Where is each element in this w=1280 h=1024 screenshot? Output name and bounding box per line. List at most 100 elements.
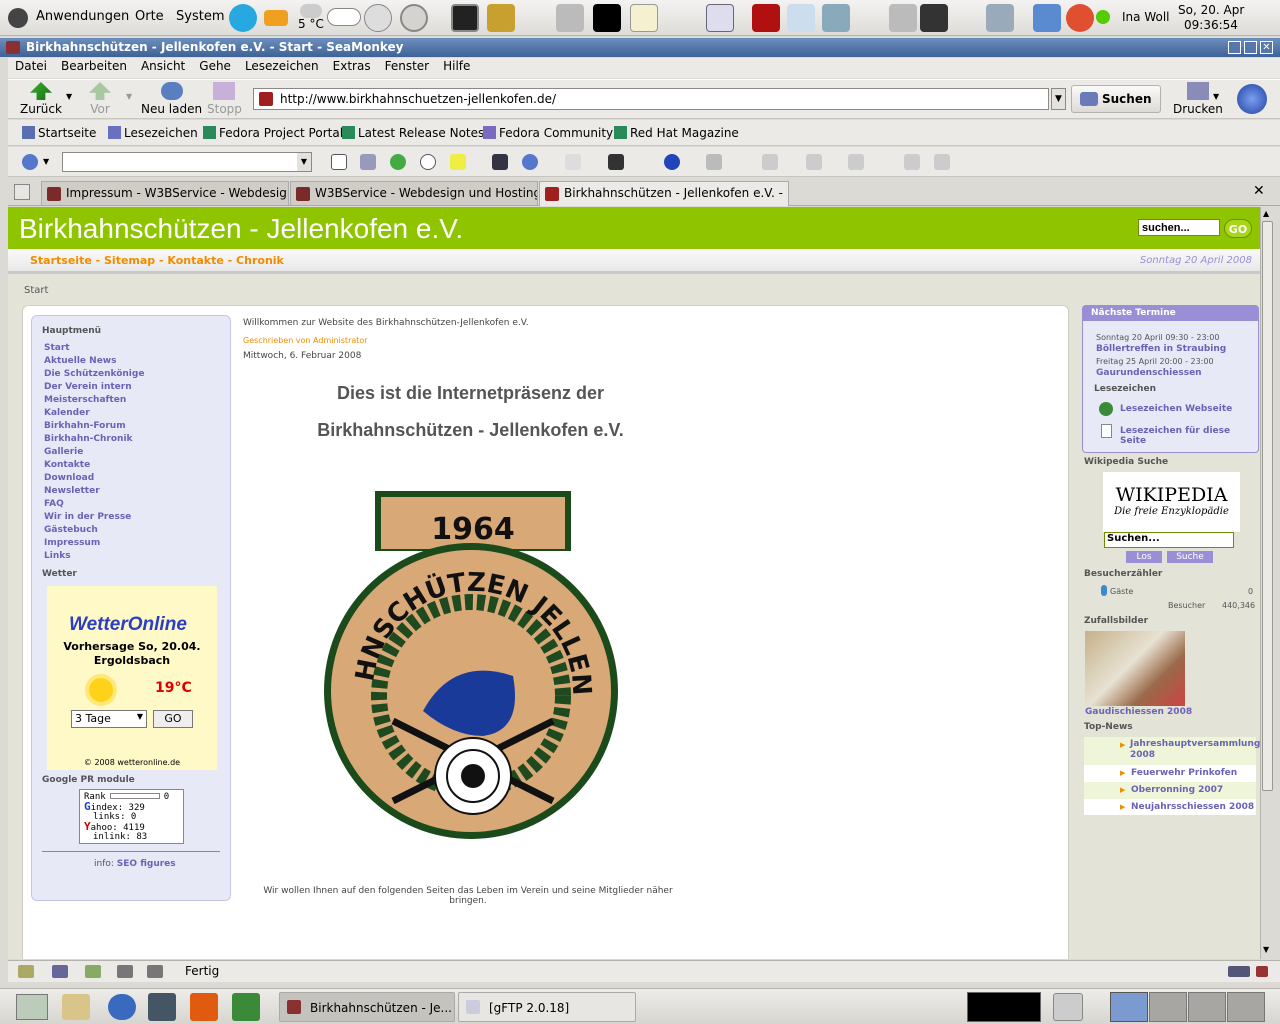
site-go-button[interactable]: GO <box>1224 219 1252 238</box>
panel-time[interactable]: 09:36:54 <box>1184 18 1238 32</box>
tab-impressum[interactable]: Impressum - W3BService - Webdesign ... <box>41 181 289 205</box>
impress-launcher-icon[interactable] <box>190 993 218 1021</box>
seo-link[interactable]: SEO figures <box>117 859 176 869</box>
notes-icon[interactable] <box>630 4 658 32</box>
pdf-icon[interactable] <box>752 4 780 32</box>
show-desktop-icon[interactable] <box>16 994 48 1020</box>
site-search-input[interactable] <box>1138 219 1220 236</box>
reload-button[interactable]: Neu laden <box>141 82 202 116</box>
menu-item-forum[interactable]: Birkhahn-Forum <box>44 421 126 431</box>
workspace-2[interactable] <box>1149 992 1187 1022</box>
menu-item-gaestebuch[interactable]: Gästebuch <box>44 525 98 535</box>
writer-launcher-icon[interactable] <box>148 993 176 1021</box>
topnews-item-3[interactable]: Oberronning 2007 <box>1131 785 1223 795</box>
menu-item-news[interactable]: Aktuelle News <box>44 356 116 366</box>
info-icon[interactable] <box>664 154 680 170</box>
lesezeichen-seite-link[interactable]: Lesezeichen für diese Seite <box>1120 426 1258 446</box>
google-search-icon[interactable] <box>331 154 347 170</box>
menu-lesezeichen[interactable]: Lesezeichen <box>238 58 326 73</box>
o3-icon[interactable] <box>1033 4 1061 32</box>
print-dropdown-icon[interactable]: ▼ <box>1213 92 1219 101</box>
network-icon[interactable] <box>986 4 1014 32</box>
google-search-dropdown-icon[interactable]: ▼ <box>297 153 311 171</box>
menu-item-faq[interactable]: FAQ <box>44 499 64 509</box>
menu-item-newsletter[interactable]: Newsletter <box>44 486 100 496</box>
weather-days-select[interactable]: 3 Tage ▼ <box>71 710 147 728</box>
menu-item-kontakte[interactable]: Kontakte <box>44 460 90 470</box>
url-dropdown-icon[interactable]: ▼ <box>1051 88 1066 110</box>
menu-gehe[interactable]: Gehe <box>192 58 238 73</box>
popup-blocker-icon[interactable] <box>706 154 722 170</box>
irc-icon[interactable] <box>147 965 163 978</box>
menu-item-chronik[interactable]: Birkhahn-Chronik <box>44 434 133 444</box>
menu-applications[interactable]: Anwendungen <box>36 9 129 24</box>
event2-link[interactable]: Gaurundenschiessen <box>1096 368 1202 378</box>
tab-birkhahnschuetzen[interactable]: Birkhahnschützen - Jellenkofen e.V. - ..… <box>539 181 789 206</box>
menu-item-presse[interactable]: Wir in der Presse <box>44 512 131 522</box>
a-icon[interactable] <box>593 4 621 32</box>
workspace-1[interactable] <box>1110 992 1148 1022</box>
maximize-icon[interactable] <box>1244 41 1257 54</box>
addressbook-icon[interactable] <box>117 965 133 978</box>
workspace-3[interactable] <box>1188 992 1226 1022</box>
gnome-foot-icon[interactable] <box>8 8 28 28</box>
tab-w3bservice[interactable]: W3BService - Webdesign und Hosting -... <box>290 181 538 205</box>
scanner-icon[interactable] <box>889 4 917 32</box>
skype-icon[interactable] <box>229 4 257 32</box>
site-nav-links[interactable]: Startseite - Sitemap - Kontakte - Chroni… <box>30 254 284 267</box>
system-monitor-graph[interactable] <box>967 992 1041 1022</box>
menu-item-verein[interactable]: Der Verein intern <box>44 382 132 392</box>
forward-dropdown-icon[interactable]: ▼ <box>126 92 132 101</box>
site-search-icon[interactable] <box>360 154 376 170</box>
bookmark-lesezeichen[interactable]: Lesezeichen <box>108 126 198 140</box>
diagram-icon[interactable] <box>787 4 815 32</box>
bookmark-fedora-community[interactable]: Fedora Community <box>483 126 613 140</box>
component-bar-icon[interactable] <box>18 965 34 978</box>
menu-places[interactable]: Orte <box>135 9 164 24</box>
wetteronline-logo[interactable]: WetterOnline <box>69 614 187 636</box>
spiral-icon[interactable] <box>364 4 392 32</box>
menu-datei[interactable]: Datei <box>8 58 54 73</box>
topnews-item-4[interactable]: Neujahrsschiessen 2008 <box>1131 802 1254 812</box>
speech-icon[interactable] <box>420 154 436 170</box>
forward-button[interactable]: Vor <box>89 82 111 116</box>
document-icon[interactable] <box>706 4 734 32</box>
previous-icon[interactable] <box>806 154 822 170</box>
taskbar-item-seamonkey[interactable]: Birkhahnschützen - Je... <box>279 992 455 1022</box>
user-name[interactable]: Ina Woll <box>1122 10 1169 24</box>
close-window-icon[interactable]: ✕ <box>1260 41 1273 54</box>
weather-icon[interactable] <box>300 4 322 18</box>
browser-launcher-icon[interactable] <box>108 994 136 1020</box>
menu-bearbeiten[interactable]: Bearbeiten <box>54 58 134 73</box>
back-button[interactable]: Zurück <box>20 82 62 116</box>
app-icon[interactable] <box>6 41 20 54</box>
eraser-icon[interactable] <box>934 154 950 170</box>
calc-launcher-icon[interactable] <box>232 993 260 1021</box>
bookmark-fedora-portal[interactable]: Fedora Project Portal <box>203 126 343 140</box>
menu-item-impressum[interactable]: Impressum <box>44 538 100 548</box>
menu-item-download[interactable]: Download <box>44 473 94 483</box>
close-tab-icon[interactable]: ✕ <box>1253 183 1265 199</box>
random-photo-caption[interactable]: Gaudischiessen 2008 <box>1085 707 1192 717</box>
search-button[interactable]: Suchen <box>1071 85 1161 113</box>
stop-button[interactable]: Stopp <box>207 82 242 116</box>
file-manager-icon[interactable] <box>62 994 90 1020</box>
vertical-scrollbar[interactable]: ▲ ▼ <box>1260 207 1274 959</box>
menu-item-koenige[interactable]: Die Schützenkönige <box>44 369 144 379</box>
book-icon[interactable] <box>450 154 466 170</box>
mail-icon[interactable] <box>52 965 68 978</box>
back-dropdown-icon[interactable]: ▼ <box>66 92 72 101</box>
clover-icon[interactable] <box>390 154 406 170</box>
event1-link[interactable]: Böllertreffen in Straubing <box>1096 344 1226 354</box>
trash-icon[interactable] <box>1053 993 1083 1021</box>
users-icon[interactable] <box>822 4 850 32</box>
wikipedia-logo[interactable]: WIKIPEDIA Die freie Enzyklopädie <box>1103 472 1240 532</box>
taskbar-item-gftp[interactable]: [gFTP 2.0.18] <box>458 992 636 1022</box>
zoom-icon[interactable] <box>522 154 538 170</box>
check-icon[interactable] <box>1096 10 1110 24</box>
menu-item-meisterschaften[interactable]: Meisterschaften <box>44 395 126 405</box>
power-icon[interactable] <box>400 4 428 32</box>
minimize-icon[interactable] <box>1228 41 1241 54</box>
graduation-icon[interactable] <box>608 154 624 170</box>
scroll-down-icon[interactable]: ▼ <box>1263 945 1269 954</box>
